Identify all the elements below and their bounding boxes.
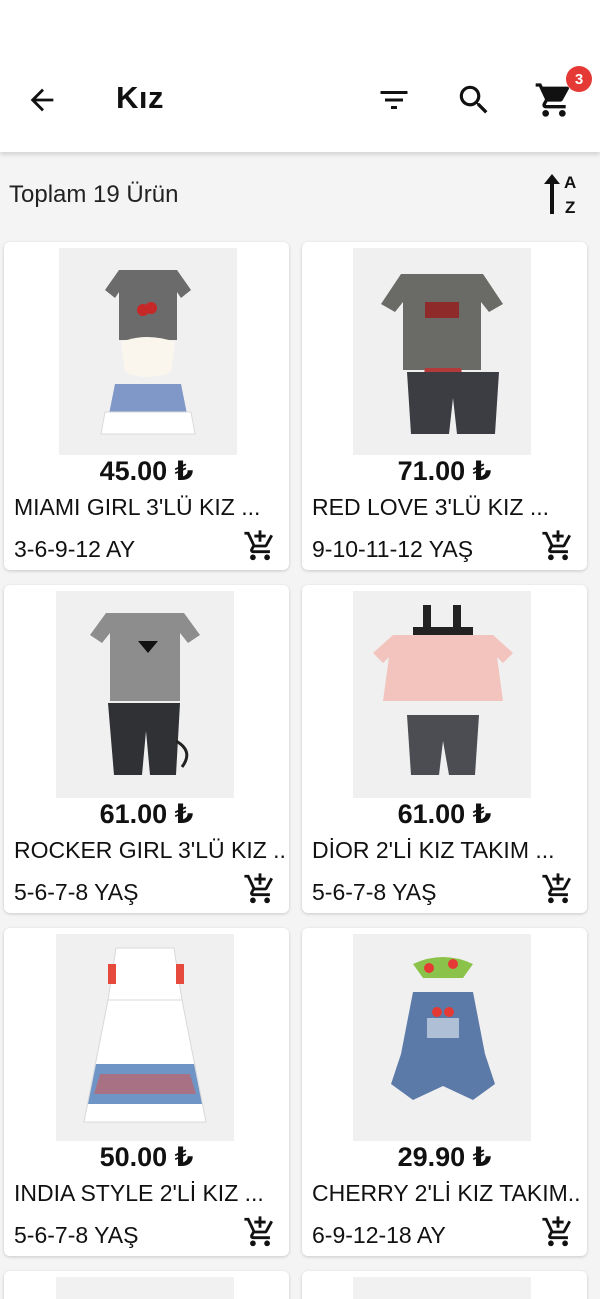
product-card[interactable]: 45.00 ₺ MIAMI GIRL 3'LÜ KIZ ... 3-6-9-12…: [4, 242, 289, 570]
add-to-cart-button[interactable]: [538, 1212, 578, 1252]
add-to-cart-button[interactable]: [240, 1212, 280, 1252]
product-size: 5-6-7-8 YAŞ: [14, 1222, 139, 1248]
sort-button[interactable]: A Z: [540, 168, 588, 220]
search-icon: [459, 85, 488, 114]
product-name[interactable]: CHERRY 2'Lİ KIZ TAKIM...: [312, 1180, 582, 1207]
product-card[interactable]: [4, 1271, 289, 1299]
add-to-cart-icon: [244, 530, 273, 561]
search-button[interactable]: [452, 78, 496, 122]
product-size: 6-9-12-18 AY: [312, 1222, 446, 1248]
arrow-left-icon: [30, 88, 54, 112]
add-to-cart-icon: [244, 873, 273, 904]
product-size: 5-6-7-8 YAŞ: [14, 879, 139, 905]
add-to-cart-button[interactable]: [240, 526, 280, 566]
sort-alpha-icon: A Z: [544, 173, 576, 217]
product-price: 71.00 ₺: [397, 456, 492, 486]
app-bar: Kız 3: [0, 48, 600, 152]
product-name[interactable]: ROCKER GIRL 3'LÜ KIZ ...: [14, 837, 284, 864]
product-name[interactable]: RED LOVE 3'LÜ KIZ ...: [312, 494, 582, 521]
filter-button[interactable]: [372, 78, 416, 122]
product-price: 50.00 ₺: [99, 1142, 194, 1172]
status-bar: [0, 0, 600, 48]
product-image: [353, 1277, 531, 1299]
product-price: 29.90 ₺: [397, 1142, 492, 1172]
add-to-cart-icon: [542, 873, 571, 904]
product-image: [353, 591, 531, 798]
product-name[interactable]: MIAMI GIRL 3'LÜ KIZ ...: [14, 494, 284, 521]
page-title: Kız: [116, 80, 164, 115]
product-size: 3-6-9-12 AY: [14, 536, 136, 562]
product-card[interactable]: 71.00 ₺ RED LOVE 3'LÜ KIZ ... 9-10-11-12…: [302, 242, 587, 570]
product-card[interactable]: 61.00 ₺ ROCKER GIRL 3'LÜ KIZ ... 5-6-7-8…: [4, 585, 289, 913]
add-to-cart-button[interactable]: [538, 869, 578, 909]
product-size: 9-10-11-12 YAŞ: [312, 536, 474, 562]
product-image: [353, 934, 531, 1141]
add-to-cart-button[interactable]: [240, 869, 280, 909]
product-image: [353, 248, 531, 455]
product-name[interactable]: DİOR 2'Lİ KIZ TAKIM ...: [312, 837, 582, 864]
back-button[interactable]: [20, 78, 64, 122]
product-card[interactable]: 50.00 ₺ INDIA STYLE 2'Lİ KIZ ... 5-6-7-8…: [4, 928, 289, 1256]
product-card[interactable]: [302, 1271, 587, 1299]
product-count: Toplam 19 Ürün: [9, 181, 179, 208]
product-name[interactable]: INDIA STYLE 2'Lİ KIZ ...: [14, 1180, 284, 1207]
product-price: 45.00 ₺: [99, 456, 194, 486]
product-image: [56, 1277, 234, 1299]
cart-count-badge: 3: [566, 66, 592, 92]
product-price: 61.00 ₺: [99, 799, 194, 829]
product-card[interactable]: 29.90 ₺ CHERRY 2'Lİ KIZ TAKIM... 6-9-12-…: [302, 928, 587, 1256]
product-size: 5-6-7-8 YAŞ: [312, 879, 437, 905]
svg-text:A: A: [564, 173, 576, 192]
product-image: [59, 248, 237, 455]
product-card[interactable]: 61.00 ₺ DİOR 2'Lİ KIZ TAKIM ... 5-6-7-8 …: [302, 585, 587, 913]
product-image: [56, 591, 234, 798]
add-to-cart-icon: [542, 1216, 571, 1247]
product-image: [56, 934, 234, 1141]
results-summary: Toplam 19 Ürün: [0, 152, 600, 236]
add-to-cart-icon: [542, 530, 571, 561]
svg-text:Z: Z: [565, 198, 575, 217]
add-to-cart-button[interactable]: [538, 526, 578, 566]
add-to-cart-icon: [244, 1216, 273, 1247]
filter-icon: [380, 91, 408, 109]
product-price: 61.00 ₺: [397, 799, 492, 829]
